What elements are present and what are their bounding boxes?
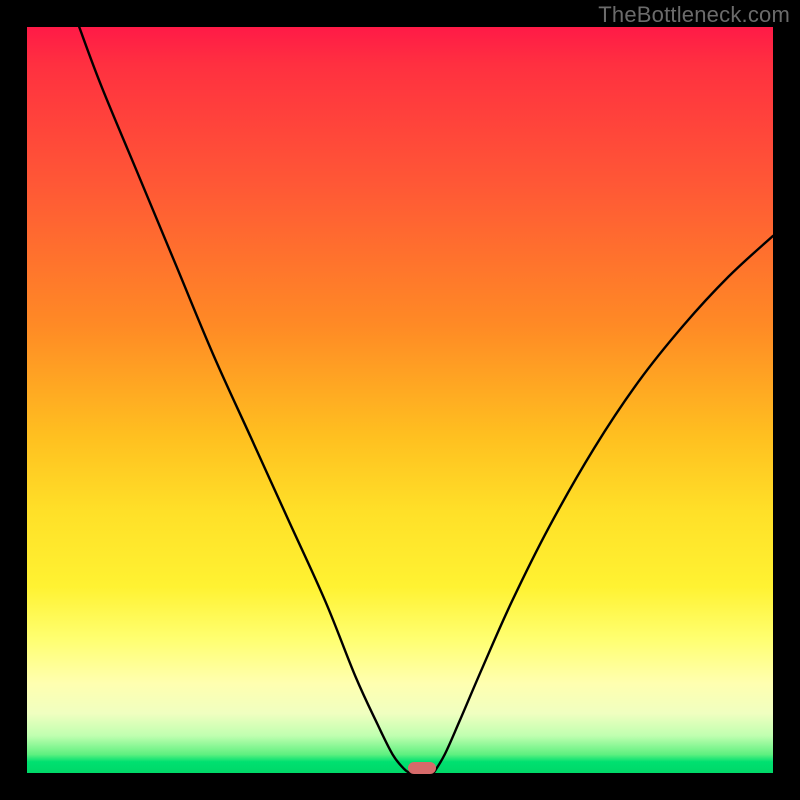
watermark-text: TheBottleneck.com — [598, 2, 790, 28]
plot-area — [27, 27, 773, 773]
bottleneck-curve — [79, 27, 773, 773]
curve-layer — [27, 27, 773, 773]
optimum-marker — [408, 762, 436, 774]
chart-frame: TheBottleneck.com — [0, 0, 800, 800]
